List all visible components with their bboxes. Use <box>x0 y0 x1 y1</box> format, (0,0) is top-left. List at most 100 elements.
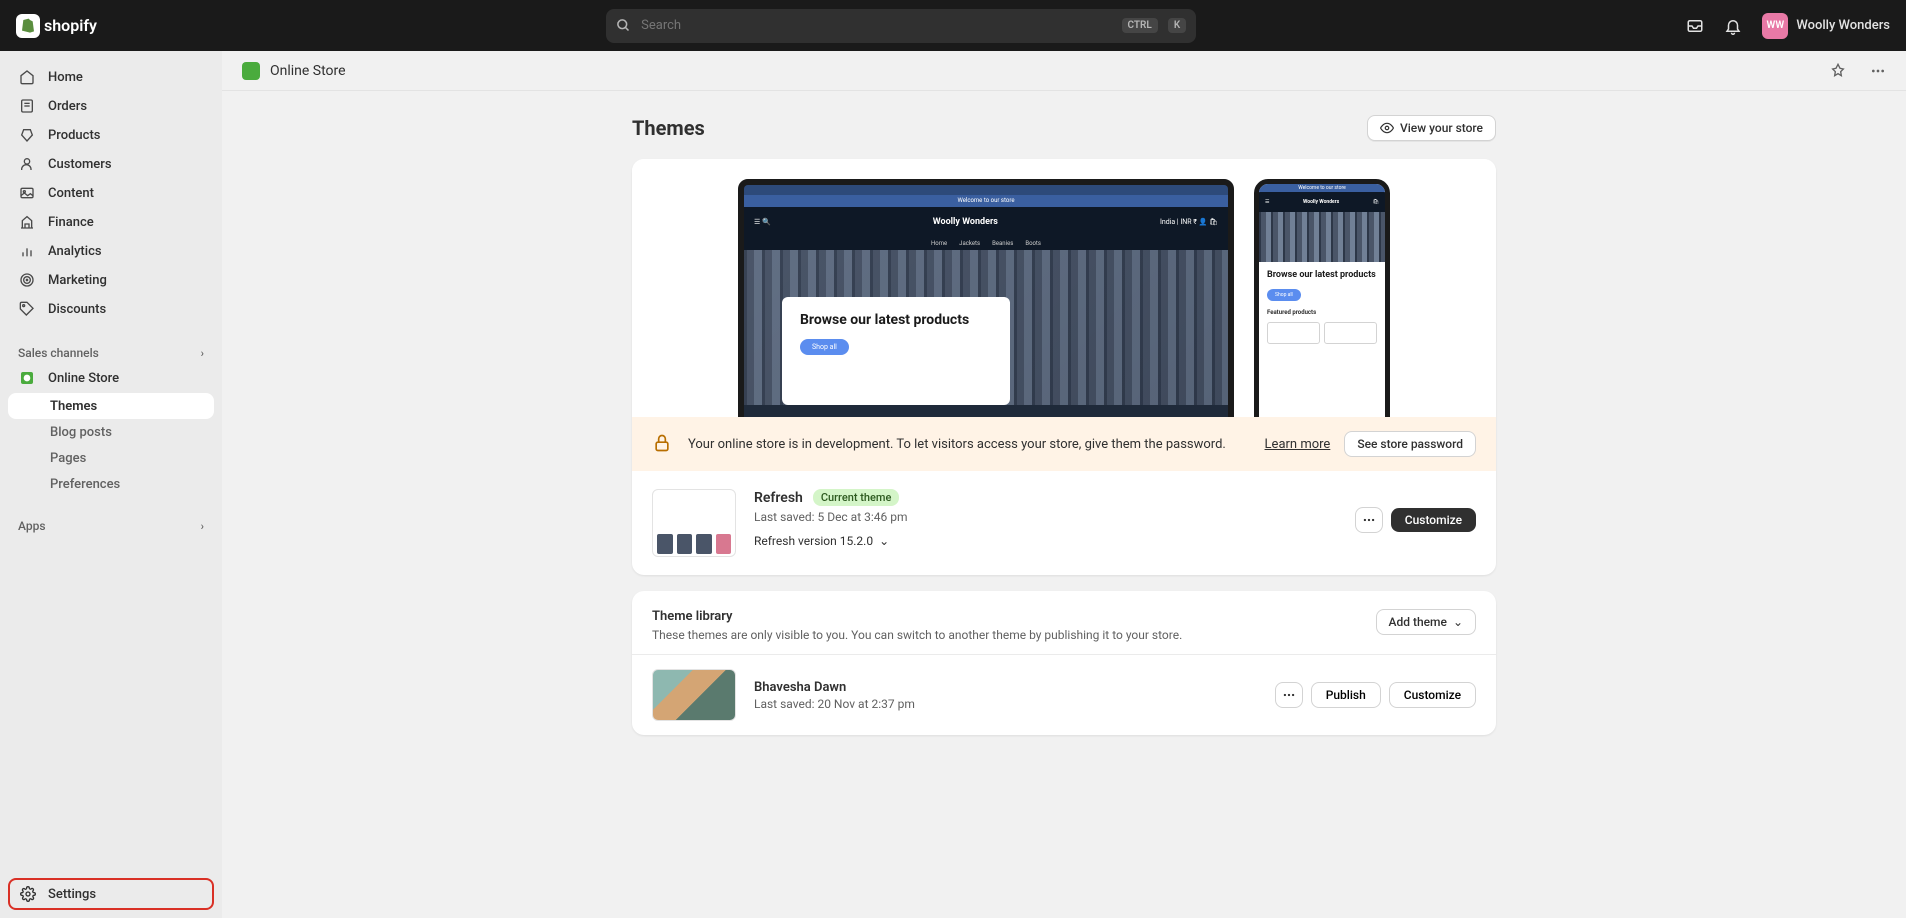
see-password-button[interactable]: See store password <box>1344 431 1476 457</box>
eye-icon <box>1380 121 1394 135</box>
nav-label: Content <box>48 186 94 201</box>
mobile-preview: Welcome to our store ☰Woolly Wonders🛍 Br… <box>1254 179 1390 417</box>
topbar: shopify CTRL K WW Woolly Wonders <box>0 0 1906 51</box>
shopify-logo[interactable]: shopify <box>16 14 116 38</box>
search-icon <box>616 18 631 33</box>
avatar: WW <box>1762 13 1788 39</box>
kbd-k: K <box>1168 18 1186 33</box>
sub-label: Pages <box>50 451 86 466</box>
library-customize-button[interactable]: Customize <box>1389 682 1476 708</box>
nav-customers[interactable]: Customers <box>8 150 214 178</box>
mobile-brand: Woolly Wonders <box>1303 199 1339 205</box>
sub-label: Themes <box>50 399 97 414</box>
preview-brand: Woolly Wonders <box>933 217 998 227</box>
library-more-button[interactable] <box>1275 682 1303 708</box>
sub-preferences[interactable]: Preferences <box>8 471 214 497</box>
learn-more-link[interactable]: Learn more <box>1265 437 1331 452</box>
analytics-icon <box>18 242 36 260</box>
nav-label: Discounts <box>48 302 106 317</box>
nav-content[interactable]: Content <box>8 179 214 207</box>
nav-orders[interactable]: Orders <box>8 92 214 120</box>
sidebar: Home Orders Products Customers Content F… <box>0 51 222 918</box>
content-icon <box>18 184 36 202</box>
current-theme-badge: Current theme <box>813 489 900 506</box>
sub-themes[interactable]: Themes <box>8 393 214 419</box>
customers-icon <box>18 155 36 173</box>
bell-icon[interactable] <box>1724 17 1742 35</box>
nav-label: Analytics <box>48 244 102 259</box>
nav-discounts[interactable]: Discounts <box>8 295 214 323</box>
mobile-shop-button: Shop all <box>1267 289 1301 301</box>
preview-link: Jackets <box>959 240 980 247</box>
theme-library-card: Theme library These themes are only visi… <box>632 591 1496 735</box>
preview-link: Boots <box>1025 240 1041 247</box>
discounts-icon <box>18 300 36 318</box>
chevron-right-icon: › <box>201 520 204 533</box>
preview-shop-button: Shop all <box>800 339 849 355</box>
preview-link: Home <box>931 240 947 247</box>
view-store-button[interactable]: View your store <box>1367 115 1496 141</box>
desktop-preview: Welcome to our store ☰ 🔍 Woolly Wonders … <box>738 179 1234 417</box>
nav-online-store[interactable]: Online Store <box>8 364 214 392</box>
preview-region: India | INR ₹ <box>1160 218 1197 226</box>
page-title: Themes <box>632 116 705 140</box>
main-content: Online Store Themes View your store Welc… <box>222 51 1906 791</box>
customize-button[interactable]: Customize <box>1391 508 1476 532</box>
preview-hero-title: Browse our latest products <box>800 311 992 329</box>
products-icon <box>18 126 36 144</box>
add-theme-label: Add theme <box>1389 615 1447 629</box>
profile-button[interactable]: WW Woolly Wonders <box>1762 13 1890 39</box>
theme-more-button[interactable] <box>1355 507 1383 533</box>
nav-home[interactable]: Home <box>8 63 214 91</box>
pin-icon[interactable] <box>1830 63 1846 79</box>
lock-icon <box>652 433 674 455</box>
sales-channels-header[interactable]: Sales channels › <box>8 342 214 364</box>
theme-last-saved: Last saved: 5 Dec at 3:46 pm <box>754 510 1337 524</box>
settings-button[interactable]: Settings <box>8 878 214 910</box>
library-thumbnail <box>652 669 736 721</box>
store-icon <box>242 62 260 80</box>
library-title: Theme library <box>652 609 1182 624</box>
publish-button[interactable]: Publish <box>1311 682 1381 708</box>
inbox-icon[interactable] <box>1686 17 1704 35</box>
breadcrumb: Online Store <box>270 63 346 79</box>
kbd-ctrl: CTRL <box>1122 18 1158 33</box>
preview-link: Beanies <box>992 240 1013 247</box>
nav-label: Finance <box>48 215 94 230</box>
theme-version-dropdown[interactable]: Refresh version 15.2.0 ⌄ <box>754 534 1337 548</box>
nav-label: Orders <box>48 99 87 114</box>
nav-finance[interactable]: Finance <box>8 208 214 236</box>
mobile-hero-title: Browse our latest products <box>1267 270 1377 281</box>
nav-products[interactable]: Products <box>8 121 214 149</box>
store-name: Woolly Wonders <box>1796 18 1890 33</box>
sub-label: Blog posts <box>50 425 112 440</box>
library-subtitle: These themes are only visible to you. Yo… <box>652 628 1182 642</box>
search-input[interactable] <box>641 18 1111 33</box>
add-theme-button[interactable]: Add theme ⌄ <box>1376 609 1477 635</box>
library-theme-name: Bhavesha Dawn <box>754 680 1257 695</box>
preview-announce: Welcome to our store <box>744 195 1228 207</box>
nav-label: Marketing <box>48 273 107 288</box>
nav-analytics[interactable]: Analytics <box>8 237 214 265</box>
nav-label: Home <box>48 70 83 85</box>
mobile-announce: Welcome to our store <box>1259 184 1385 192</box>
apps-header[interactable]: Apps › <box>8 515 214 537</box>
chevron-down-icon: ⌄ <box>879 534 889 548</box>
theme-name: Refresh <box>754 490 803 506</box>
sub-pages[interactable]: Pages <box>8 445 214 471</box>
theme-preview-card: Welcome to our store ☰ 🔍 Woolly Wonders … <box>632 159 1496 575</box>
settings-label: Settings <box>48 887 96 902</box>
more-icon[interactable] <box>1870 63 1886 79</box>
orders-icon <box>18 97 36 115</box>
sub-blog-posts[interactable]: Blog posts <box>8 419 214 445</box>
nav-label: Online Store <box>48 371 119 386</box>
search-box[interactable]: CTRL K <box>606 9 1196 43</box>
library-theme-row: Bhavesha Dawn Last saved: 20 Nov at 2:37… <box>632 654 1496 735</box>
dev-banner-text: Your online store is in development. To … <box>688 437 1251 452</box>
home-icon <box>18 68 36 86</box>
finance-icon <box>18 213 36 231</box>
library-last-saved: Last saved: 20 Nov at 2:37 pm <box>754 697 1257 711</box>
nav-marketing[interactable]: Marketing <box>8 266 214 294</box>
mobile-featured: Featured products <box>1259 309 1385 316</box>
svg-text:shopify: shopify <box>44 16 97 35</box>
